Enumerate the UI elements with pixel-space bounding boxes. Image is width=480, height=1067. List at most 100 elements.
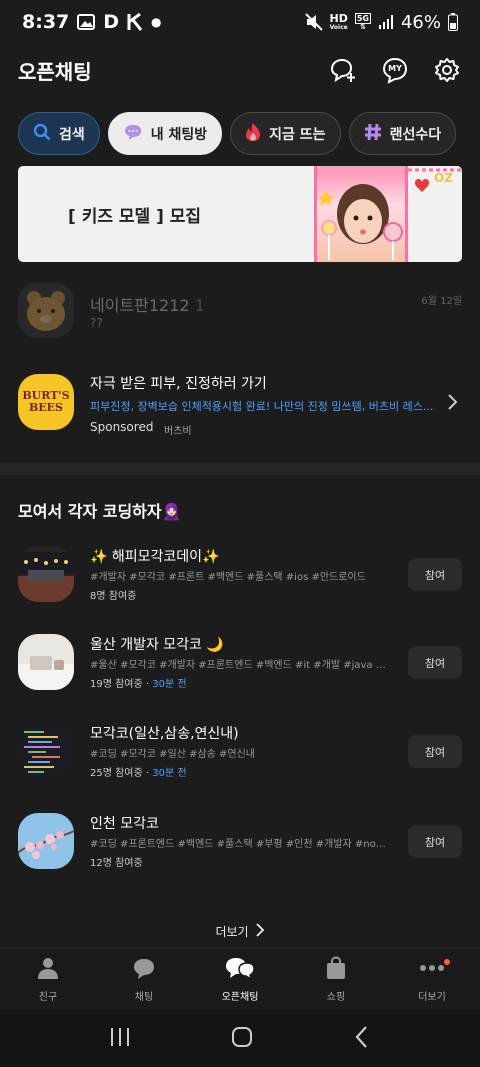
gallery-icon bbox=[77, 13, 96, 31]
sponsored-ad[interactable]: BURT'S BEES 자극 받은 피부, 진정하러 가기 피부진정, 장벽보습… bbox=[18, 366, 462, 442]
ad-title: 자극 받은 피부, 진정하러 가기 bbox=[90, 376, 267, 392]
status-bar: 8:37 D ● HD Voice 5G ⇅ 46% bbox=[0, 0, 480, 44]
open-chat-icon bbox=[225, 956, 255, 983]
room-item[interactable]: 인천 모각코 #코딩 #프론트엔드 #백엔드 #풀스택 #부평 #인천 #개발자… bbox=[18, 813, 462, 889]
tab-open-chat[interactable]: 오픈채팅 bbox=[192, 949, 288, 1010]
chip-lan-talk[interactable]: 랜선수다 bbox=[348, 112, 457, 155]
chat-date: 6월 12일 bbox=[421, 296, 462, 307]
advertiser-name: 버츠비 bbox=[164, 426, 192, 437]
chip-search[interactable]: 검색 bbox=[18, 112, 100, 155]
page-title: 오픈채팅 bbox=[18, 59, 92, 84]
promo-banner[interactable]: [ 키즈 모델 ] 모집 OZ bbox=[18, 166, 462, 262]
chat-avatar bbox=[18, 282, 74, 338]
chip-label: 검색 bbox=[59, 126, 85, 143]
room-tags: #코딩 #모각코 #일산 #삼송 #연신내 bbox=[90, 749, 256, 760]
search-icon bbox=[33, 123, 51, 145]
room-item[interactable]: 모각코(일산,삼송,연신내) #코딩 #모각코 #일산 #삼송 #연신내 25명… bbox=[18, 723, 462, 799]
room-meta: 12명 참여중 bbox=[90, 858, 143, 869]
tab-label: 채팅 bbox=[134, 992, 154, 1003]
section-title: 모여서 각자 코딩하자🧕🏻 bbox=[18, 502, 182, 521]
room-tags: #코딩 #프론트엔드 #백엔드 #풀스택 #부평 #인천 #개발자 #nods.… bbox=[90, 839, 390, 850]
new-badge-dot bbox=[444, 959, 450, 965]
tab-label: 오픈채팅 bbox=[221, 992, 259, 1003]
tab-friends[interactable]: 친구 bbox=[0, 949, 96, 1010]
tab-label: 더보기 bbox=[418, 992, 446, 1003]
chevron-right-icon bbox=[255, 922, 265, 940]
svg-text:OZ: OZ bbox=[434, 171, 453, 185]
chip-label: 내 채팅방 bbox=[150, 126, 208, 143]
section-divider bbox=[0, 463, 480, 475]
room-name: 인천 모각코 bbox=[90, 816, 159, 832]
shopping-bag-icon bbox=[324, 956, 348, 983]
room-meta: 8명 참여중 bbox=[90, 591, 137, 602]
hd-voice-icon: HD Voice bbox=[329, 12, 348, 31]
signal-icon bbox=[378, 14, 394, 30]
room-name: ✨ 해피모각코데이✨ bbox=[90, 549, 220, 565]
room-meta: 25명 참여중 · 30분 전 bbox=[90, 768, 187, 779]
chip-trending[interactable]: 지금 뜨는 bbox=[230, 112, 341, 155]
chat-bubble-icon bbox=[132, 956, 156, 983]
back-icon[interactable] bbox=[353, 1025, 371, 1053]
app-k-icon bbox=[127, 13, 143, 31]
fire-icon bbox=[245, 122, 261, 146]
chip-my-chatrooms[interactable]: 내 채팅방 bbox=[107, 112, 223, 155]
my-profile-icon[interactable]: MY bbox=[380, 55, 410, 85]
room-thumbnail bbox=[18, 546, 74, 602]
room-last-active: 30분 전 bbox=[152, 679, 187, 690]
join-button[interactable]: 참여 bbox=[408, 558, 462, 591]
join-button[interactable]: 참여 bbox=[408, 646, 462, 679]
tab-label: 친구 bbox=[38, 992, 58, 1003]
bottom-tab-bar: 친구 채팅 오픈채팅 쇼핑 더보기 bbox=[0, 948, 480, 1010]
hashtag-icon bbox=[364, 123, 382, 145]
sponsored-label: Sponsored bbox=[90, 420, 154, 434]
recent-apps-icon[interactable] bbox=[109, 1026, 131, 1052]
chat-preview: ?? bbox=[90, 316, 103, 330]
battery-percent: 46% bbox=[400, 11, 441, 33]
tab-label: 쇼핑 bbox=[326, 992, 346, 1003]
chat-name: 네이트판1212 1 bbox=[90, 296, 205, 315]
new-chat-icon[interactable] bbox=[328, 55, 358, 85]
room-name: 모각코(일산,삼송,연신내) bbox=[90, 726, 239, 742]
room-name: 울산 개발자 모각코 🌙 bbox=[90, 637, 224, 653]
person-icon bbox=[36, 956, 60, 983]
notification-dot-icon: ● bbox=[151, 15, 162, 29]
join-button[interactable]: 참여 bbox=[408, 825, 462, 858]
chat-bubble-icon bbox=[123, 123, 143, 145]
app-d-icon: D bbox=[103, 11, 120, 33]
join-button[interactable]: 참여 bbox=[408, 735, 462, 768]
settings-gear-icon[interactable] bbox=[432, 55, 462, 85]
room-thumbnail bbox=[18, 634, 74, 690]
home-icon[interactable] bbox=[230, 1025, 254, 1053]
tab-more[interactable]: 더보기 bbox=[384, 949, 480, 1010]
room-item[interactable]: 울산 개발자 모각코 🌙 #울산 #모각코 #개발자 #프론트엔드 #백엔드 #… bbox=[18, 634, 462, 710]
filter-chips: 검색 내 채팅방 지금 뜨는 랜선수다 bbox=[18, 112, 457, 155]
status-time: 8:37 bbox=[22, 11, 70, 33]
room-thumbnail bbox=[18, 723, 74, 779]
more-link[interactable]: 더보기 bbox=[0, 920, 480, 942]
more-label: 더보기 bbox=[215, 924, 249, 939]
banner-decoration: OZ bbox=[408, 166, 462, 262]
system-nav-bar bbox=[0, 1010, 480, 1067]
chip-label: 랜선수다 bbox=[389, 126, 442, 143]
chip-label: 지금 뜨는 bbox=[269, 126, 326, 143]
burts-bees-logo: BURT'S BEES bbox=[18, 374, 74, 430]
battery-icon bbox=[448, 13, 458, 31]
room-tags: #울산 #모각코 #개발자 #프론트엔드 #백엔드 #it #개발 #java … bbox=[90, 660, 390, 671]
app-header: 오픈채팅 MY bbox=[0, 44, 480, 96]
5g-icon: 5G ⇅ bbox=[354, 13, 371, 31]
ad-description: 피부진정, 장벽보습 인체적용시험 완료! 나만의 진정 밈쓰템, 버츠비 레스… bbox=[90, 400, 434, 413]
tab-chats[interactable]: 채팅 bbox=[96, 949, 192, 1010]
member-count: 1 bbox=[194, 296, 205, 315]
mute-icon bbox=[304, 13, 323, 31]
room-last-active: 30분 전 bbox=[152, 768, 187, 779]
recent-chat-row[interactable]: 네이트판1212 1 ?? 6월 12일 bbox=[18, 282, 462, 342]
banner-text: [ 키즈 모델 ] 모집 bbox=[68, 207, 202, 227]
room-item[interactable]: ✨ 해피모각코데이✨ #개발자 #모각코 #프론트 #백엔드 #풀스택 #ios… bbox=[18, 546, 462, 622]
room-tags: #개발자 #모각코 #프론트 #백엔드 #풀스택 #ios #안드로이드 bbox=[90, 572, 366, 583]
more-dots-icon bbox=[419, 956, 445, 983]
tab-shopping[interactable]: 쇼핑 bbox=[288, 949, 384, 1010]
my-badge-text: MY bbox=[388, 63, 402, 73]
chevron-right-icon[interactable] bbox=[442, 392, 462, 412]
room-thumbnail bbox=[18, 813, 74, 869]
room-meta: 19명 참여중 · 30분 전 bbox=[90, 679, 187, 690]
